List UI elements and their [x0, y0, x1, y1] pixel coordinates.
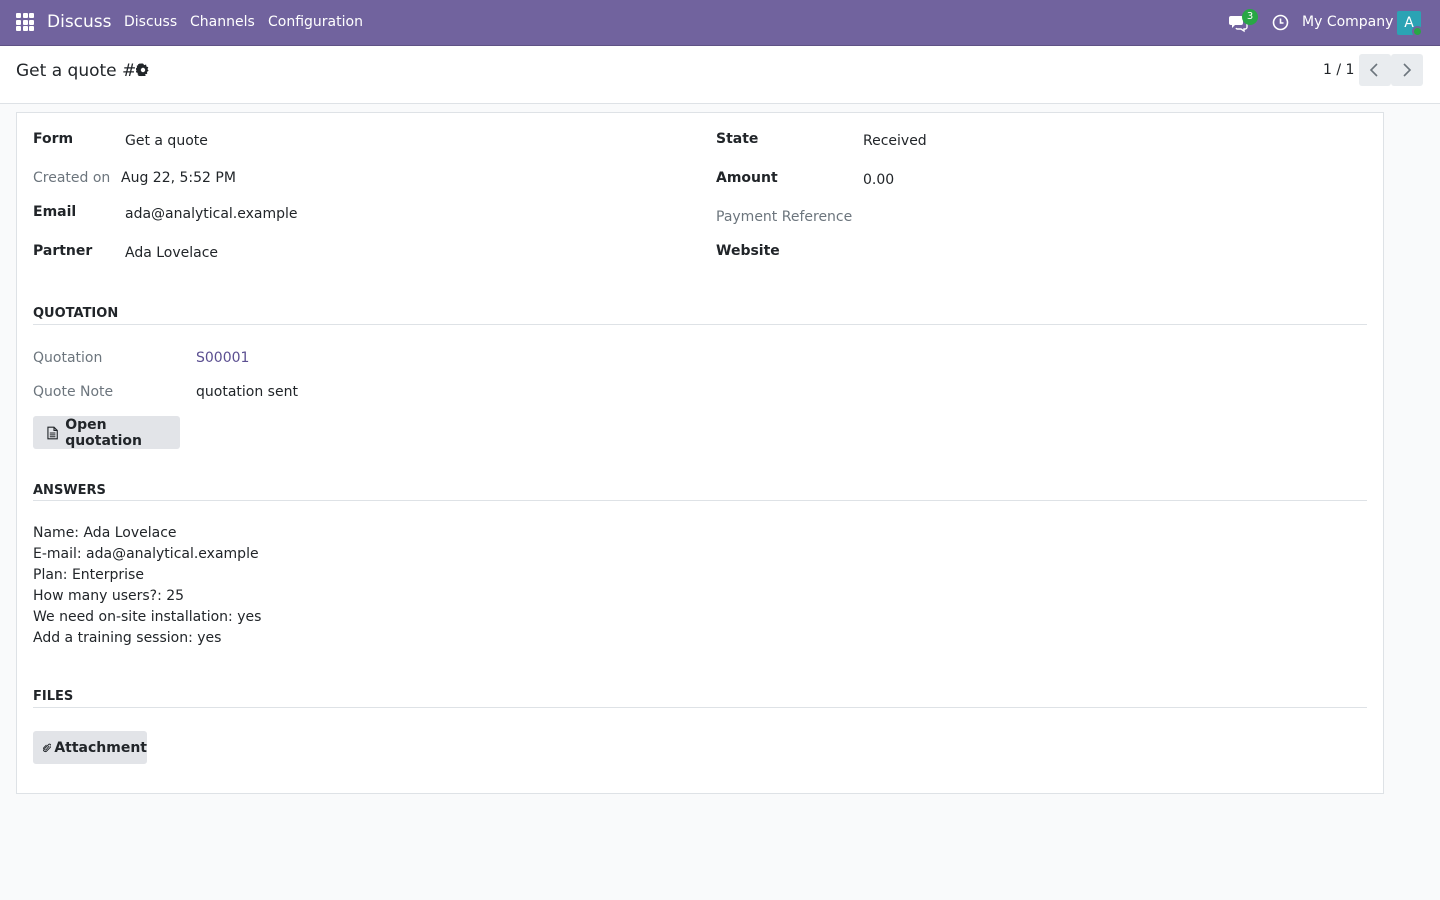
- top-navbar: Discuss Discuss Channels Configuration 3…: [0, 0, 1440, 46]
- answers-text: Name: Ada Lovelace E-mail: ada@analytica…: [33, 523, 261, 649]
- pager-previous-button[interactable]: [1359, 54, 1391, 86]
- state-label: State: [716, 131, 759, 147]
- menu-item-discuss[interactable]: Discuss: [124, 14, 177, 30]
- open-quotation-label: Open quotation: [65, 416, 143, 449]
- partner-label: Partner: [33, 243, 93, 259]
- quote-note-value: quotation sent: [196, 384, 298, 400]
- chevron-right-icon: [1403, 63, 1412, 77]
- email-field[interactable]: ada@analytical.example: [125, 206, 298, 222]
- quotation-label: Quotation: [33, 350, 103, 366]
- form-value[interactable]: Get a quote: [125, 133, 208, 149]
- app-brand[interactable]: Discuss: [47, 12, 112, 32]
- answers-section-title: ANSWERS: [33, 483, 106, 498]
- payment-reference-label: Payment Reference: [716, 209, 853, 225]
- document-icon: [47, 426, 58, 439]
- chat-count-badge: 3: [1242, 9, 1258, 25]
- control-panel: Get a quote #1 1 / 1: [0, 46, 1440, 104]
- quotation-separator: [33, 324, 1367, 325]
- partner-field[interactable]: Ada Lovelace: [125, 245, 218, 261]
- answer-line: Plan: Enterprise: [33, 567, 144, 583]
- quote-note-label: Quote Note: [33, 384, 114, 400]
- menu-item-configuration[interactable]: Configuration: [268, 14, 363, 30]
- files-separator: [33, 707, 1367, 708]
- chevron-left-icon: [1369, 63, 1378, 77]
- company-switcher[interactable]: My Company: [1302, 14, 1393, 30]
- record-title: Get a quote #1: [16, 61, 148, 81]
- answer-line: Name: Ada Lovelace: [33, 525, 177, 541]
- apps-menu-icon[interactable]: [16, 13, 36, 33]
- pager-next-button[interactable]: [1391, 54, 1423, 86]
- answer-line: How many users?: 25: [33, 588, 185, 604]
- form-sheet: Form Get a quote Created on Aug 22, 5:52…: [16, 112, 1384, 794]
- form-label: Form: [33, 131, 74, 147]
- clock-icon[interactable]: [1272, 14, 1289, 31]
- created-on-label: Created on: [33, 170, 111, 186]
- files-section-title: FILES: [33, 689, 74, 704]
- pager-value[interactable]: 1 / 1: [1323, 62, 1354, 78]
- attachment-label: Attachment: [54, 739, 147, 756]
- menu-item-channels[interactable]: Channels: [190, 14, 255, 30]
- amount-label: Amount: [716, 170, 778, 186]
- answer-line: E-mail: ada@analytical.example: [33, 546, 259, 562]
- attachment-button[interactable]: Attachment: [33, 731, 147, 764]
- answers-separator: [33, 500, 1367, 501]
- online-status-dot: [1412, 26, 1423, 37]
- website-label: Website: [716, 243, 780, 259]
- quotation-section-title: QUOTATION: [33, 306, 119, 321]
- state-field[interactable]: Received: [863, 133, 927, 149]
- paperclip-icon: [43, 743, 52, 752]
- answer-line: We need on-site installation: yes: [33, 609, 262, 625]
- quotation-link[interactable]: S00001: [196, 350, 249, 366]
- open-quotation-button[interactable]: Open quotation: [33, 416, 180, 449]
- gear-icon[interactable]: [136, 63, 150, 77]
- created-on-value: Aug 22, 5:52 PM: [121, 170, 236, 186]
- answer-line: Add a training session: yes: [33, 630, 222, 646]
- amount-field[interactable]: 0.00: [863, 172, 894, 188]
- email-label: Email: [33, 204, 77, 220]
